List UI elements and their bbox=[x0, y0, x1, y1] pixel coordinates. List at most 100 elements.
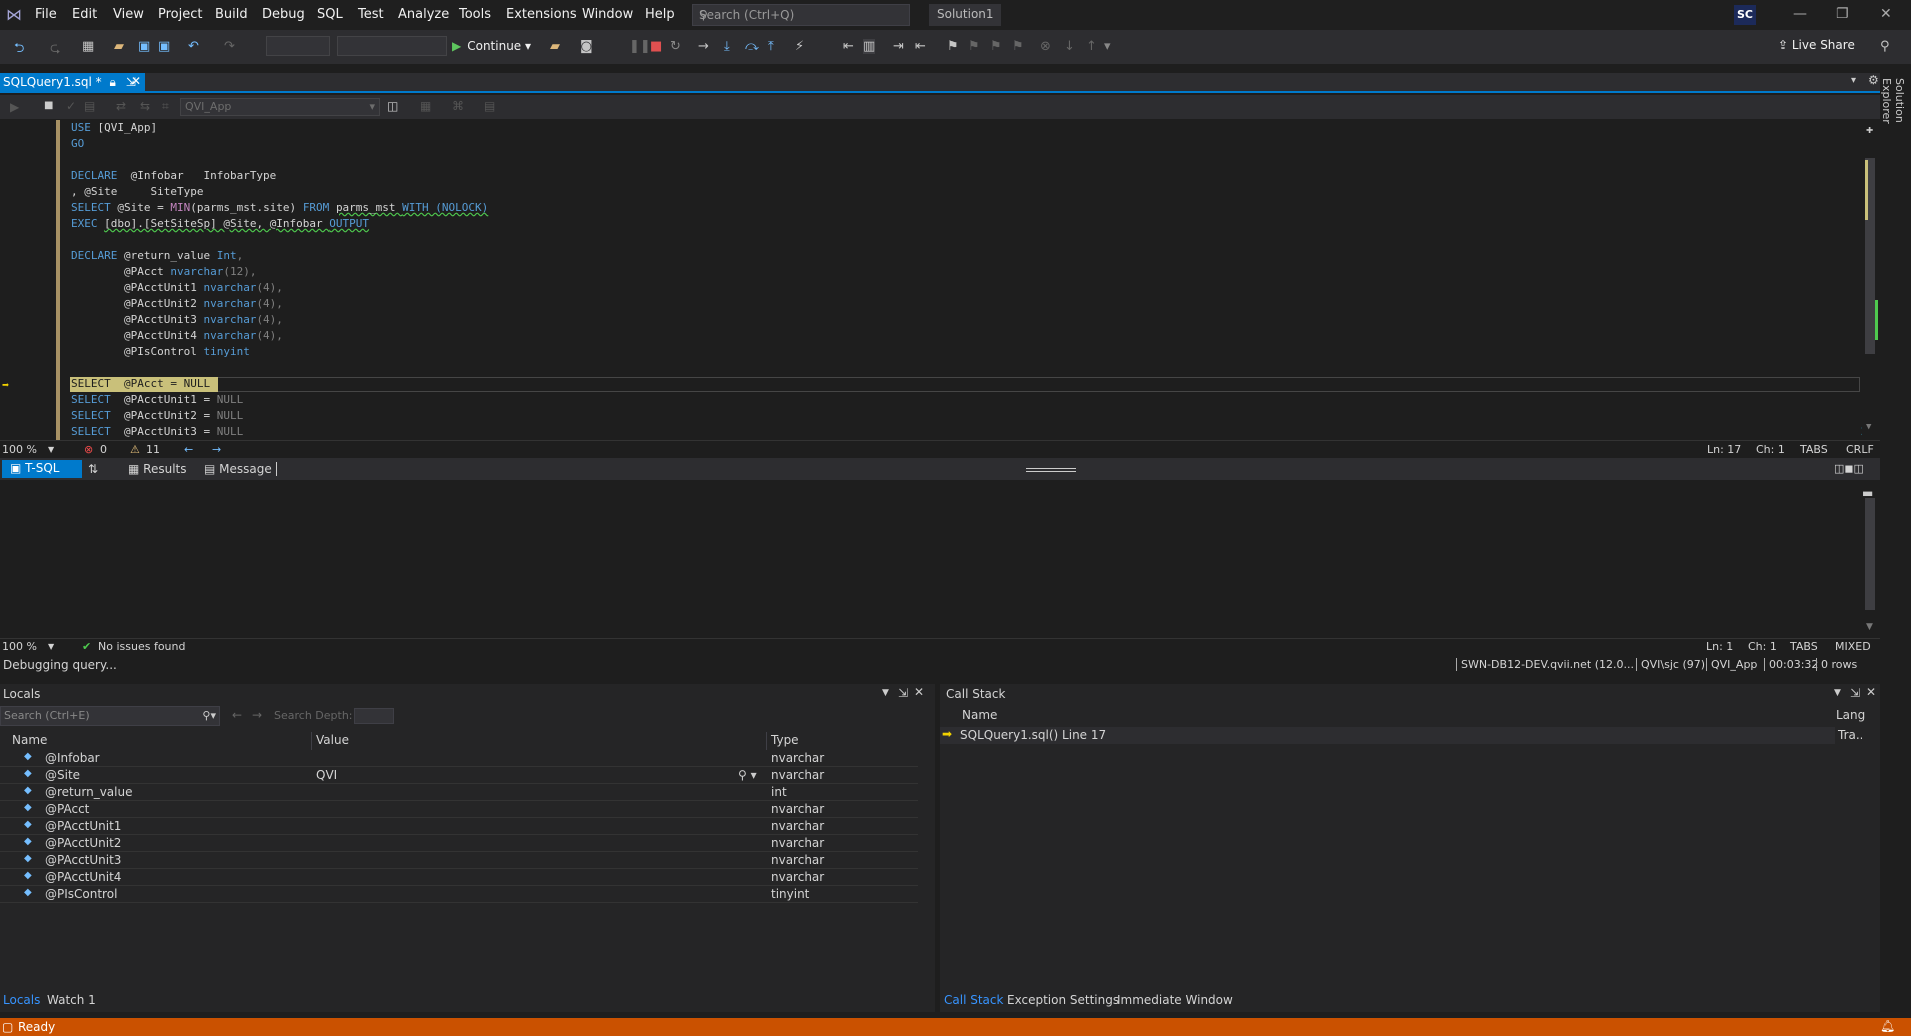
save-all-icon[interactable]: ▣ bbox=[158, 39, 170, 54]
locals-search-input[interactable]: Search (Ctrl+E) ⚲▾ bbox=[0, 706, 220, 726]
results-file-icon[interactable]: ▤ bbox=[484, 99, 495, 113]
arrow-up-icon[interactable]: ↑ bbox=[1086, 39, 1097, 54]
avatar[interactable]: SC bbox=[1734, 5, 1756, 25]
locals-pin-icon[interactable]: ⇲ bbox=[898, 686, 908, 700]
locals-dropdown-icon[interactable]: ▼ bbox=[882, 688, 889, 698]
arrow-down-icon[interactable]: ↓ bbox=[1064, 39, 1075, 54]
layout-toggle-icon[interactable]: ◫◼◫ bbox=[1834, 462, 1864, 475]
continue-button[interactable]: ▶ Continue ▾ bbox=[452, 36, 531, 58]
zoom-dropdown-icon[interactable]: ▼ bbox=[48, 445, 54, 454]
columns-icon[interactable]: ▥ bbox=[863, 39, 876, 54]
disconnect-icon[interactable]: ⇆ bbox=[140, 99, 150, 113]
toggle-panel-icon[interactable]: ⇅ bbox=[88, 462, 98, 476]
search-depth-combo[interactable] bbox=[354, 708, 394, 724]
menu-sql[interactable]: SQL bbox=[317, 7, 343, 22]
pane-splitter-grip[interactable] bbox=[1026, 468, 1076, 472]
close-window-icon[interactable]: ✕ bbox=[1880, 6, 1892, 22]
back-icon[interactable]: ⮌ bbox=[14, 39, 24, 61]
search-back-icon[interactable]: ← bbox=[232, 708, 242, 722]
prev-bookmark-icon[interactable]: ⚑ bbox=[968, 39, 980, 54]
redo-icon[interactable]: ↷ bbox=[224, 39, 235, 54]
tab-locals[interactable]: Locals bbox=[3, 993, 40, 1007]
tab-tsql[interactable]: ▣ T-SQL bbox=[2, 460, 82, 478]
call-stack-pin-icon[interactable]: ⇲ bbox=[1850, 686, 1860, 700]
settings-gear-icon[interactable]: ⚙ bbox=[1868, 73, 1879, 87]
local-row[interactable]: ◆ @PAcctUnit3 nvarchar bbox=[0, 852, 918, 869]
split-results-icon[interactable]: ▬ bbox=[1862, 486, 1873, 500]
local-row[interactable]: ◆ @Site QVI ⚲ ▾ nvarchar bbox=[0, 767, 918, 784]
previous-issue-icon[interactable]: ← bbox=[184, 443, 193, 456]
database-combo[interactable]: QVI_App ▾ bbox=[180, 98, 380, 116]
locals-close-icon[interactable]: ✕ bbox=[914, 685, 924, 699]
tab-message[interactable]: ▤ Message bbox=[204, 462, 277, 476]
execute-icon[interactable]: ▶ bbox=[10, 100, 19, 114]
menu-analyze[interactable]: Analyze bbox=[398, 7, 449, 22]
menu-edit[interactable]: Edit bbox=[72, 7, 97, 22]
results-grid-icon[interactable]: ▦ bbox=[420, 99, 431, 113]
undo-icon[interactable]: ↶ bbox=[188, 39, 199, 54]
connect-icon[interactable]: ⇄ bbox=[116, 99, 126, 113]
search-input[interactable]: Search (Ctrl+Q) ⚲ bbox=[692, 4, 910, 26]
column-header-value[interactable]: Value bbox=[312, 732, 767, 750]
error-icon[interactable]: ⊗ bbox=[84, 443, 93, 456]
configuration-combo[interactable] bbox=[266, 36, 330, 56]
column-header-name[interactable]: Name bbox=[8, 732, 312, 750]
local-row[interactable]: ◆ @PAcctUnit2 nvarchar bbox=[0, 835, 918, 852]
schema-compare-icon[interactable]: ◫ bbox=[387, 99, 398, 113]
toolbar-overflow-icon[interactable]: ▾ bbox=[1104, 39, 1111, 54]
menu-test[interactable]: Test bbox=[358, 7, 384, 22]
show-next-statement-icon[interactable]: → bbox=[698, 39, 709, 54]
screenshot-icon[interactable]: ◙ bbox=[580, 39, 593, 54]
results-scroll-thumb[interactable] bbox=[1865, 498, 1875, 610]
outdent-icon[interactable]: ⇤ bbox=[915, 39, 926, 54]
menu-help[interactable]: Help bbox=[645, 7, 675, 22]
menu-project[interactable]: Project bbox=[158, 7, 202, 22]
local-row[interactable]: ◆ @return_value int bbox=[0, 784, 918, 801]
tab-results[interactable]: ▦ Results bbox=[128, 462, 187, 476]
call-stack-vertical-scrollbar[interactable] bbox=[1862, 727, 1880, 997]
call-stack-column-lang[interactable]: Lang bbox=[1836, 708, 1865, 722]
tab-call-stack[interactable]: Call Stack bbox=[944, 993, 1003, 1007]
menu-tools[interactable]: Tools bbox=[459, 7, 491, 22]
save-icon[interactable]: ▣ bbox=[138, 39, 150, 54]
bookmark-icon[interactable]: ⚑ bbox=[947, 39, 959, 54]
search-forward-icon[interactable]: → bbox=[252, 708, 262, 722]
estimated-plan-icon[interactable]: ▤ bbox=[84, 99, 95, 113]
open-file-icon[interactable]: ▰ bbox=[550, 39, 560, 54]
warning-icon[interactable]: ⚠ bbox=[130, 443, 140, 456]
local-row[interactable]: ◆ @Infobar nvarchar bbox=[0, 750, 918, 767]
cancel-query-icon[interactable]: ■ bbox=[44, 100, 53, 111]
change-connection-icon[interactable]: ⌗ bbox=[162, 99, 169, 114]
scroll-down-icon[interactable]: ▼ bbox=[1866, 422, 1871, 432]
local-row[interactable]: ◆ @PAcct nvarchar bbox=[0, 801, 918, 818]
hot-reload-icon[interactable]: ⚡ bbox=[795, 39, 804, 54]
restart-icon[interactable]: ↻ bbox=[670, 39, 681, 54]
menu-view[interactable]: View bbox=[113, 7, 144, 22]
results-zoom-dropdown-icon[interactable]: ▼ bbox=[48, 642, 54, 651]
platform-combo[interactable] bbox=[337, 36, 447, 56]
menu-window[interactable]: Window bbox=[582, 7, 633, 22]
local-row[interactable]: ◆ @PAcctUnit4 nvarchar bbox=[0, 869, 918, 886]
menu-build[interactable]: Build bbox=[215, 7, 248, 22]
results-scroll-down-icon[interactable]: ▼ bbox=[1866, 622, 1873, 632]
tab-sqlquery1[interactable]: SQLQuery1.sql * 🔒︎ ⇲ ✕ bbox=[0, 73, 145, 91]
zoom-level[interactable]: 100 % bbox=[2, 443, 37, 456]
code-editor[interactable]: ➡ 1 2 3 4 5 6 7 8 9 10 11 12 13 14 15 16… bbox=[0, 120, 1880, 440]
feedback-icon[interactable]: ⚲ bbox=[1880, 39, 1890, 54]
tab-dropdown-icon[interactable]: ▾ bbox=[1851, 75, 1856, 86]
local-row[interactable]: ◆ @PAcctUnit1 nvarchar bbox=[0, 818, 918, 835]
align-icon[interactable]: ⇤ bbox=[843, 39, 854, 54]
menu-file[interactable]: File bbox=[35, 7, 57, 22]
open-folder-icon[interactable]: ▰ bbox=[114, 39, 124, 54]
call-stack-frame[interactable]: ➡ SQLQuery1.sql() Line 17 Tra... bbox=[940, 727, 1867, 744]
find-icon[interactable]: ⊗ bbox=[1040, 39, 1051, 54]
locals-vertical-scrollbar[interactable] bbox=[918, 732, 935, 1000]
pause-icon[interactable]: ❚❚ bbox=[629, 39, 651, 54]
tab-watch1[interactable]: Watch 1 bbox=[47, 993, 96, 1007]
results-text-icon[interactable]: ⌘ bbox=[452, 99, 464, 113]
indent-icon[interactable]: ⇥ bbox=[893, 39, 904, 54]
menu-debug[interactable]: Debug bbox=[262, 7, 305, 22]
menu-extensions[interactable]: Extensions bbox=[506, 7, 577, 22]
forward-icon[interactable]: ⮎ bbox=[50, 39, 60, 61]
results-zoom-level[interactable]: 100 % bbox=[2, 640, 37, 653]
